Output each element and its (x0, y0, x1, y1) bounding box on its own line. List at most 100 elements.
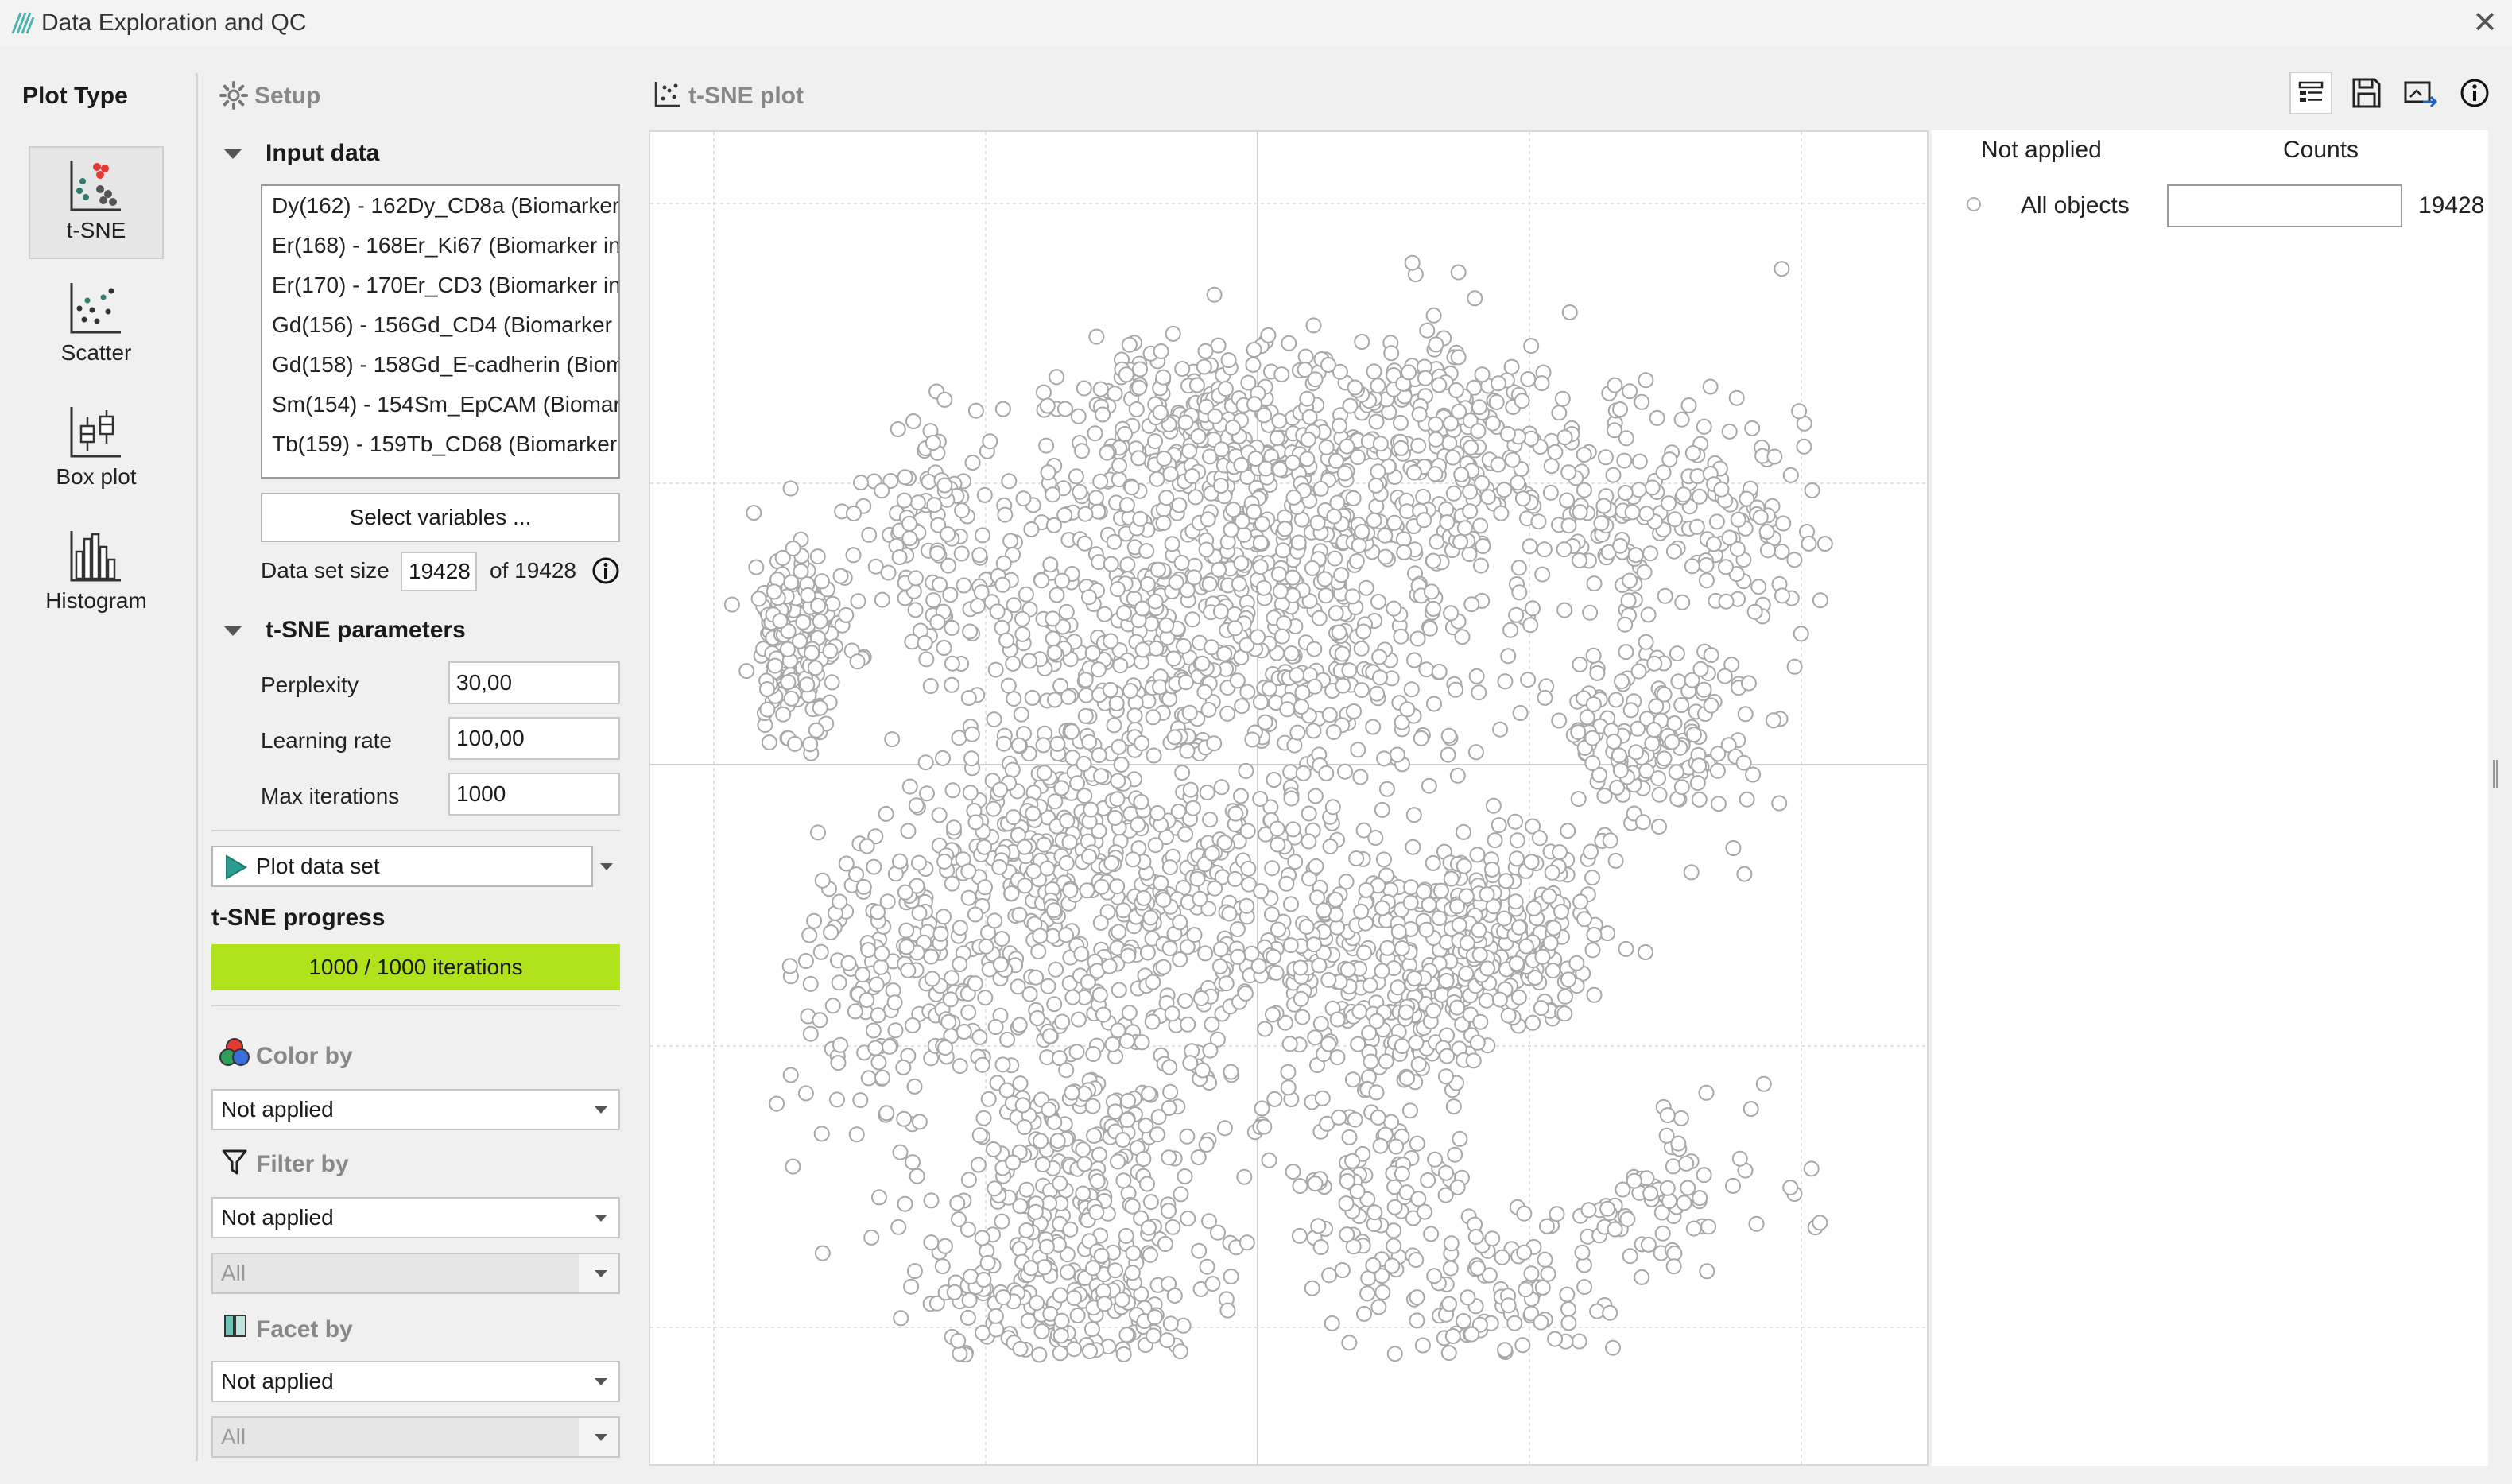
scatter-point (987, 1019, 1004, 1035)
scatter-point (1582, 604, 1599, 621)
scatter-point (1069, 775, 1086, 792)
scatter-point (1463, 1326, 1480, 1343)
scatter-point (1334, 1262, 1351, 1278)
scatter-point (1520, 371, 1537, 387)
scatter-point (1353, 640, 1370, 657)
scatter-point (1060, 1264, 1076, 1281)
scatter-point (1212, 941, 1229, 958)
help-button[interactable] (2453, 72, 2496, 114)
plot-type-scatter[interactable]: Scatter (29, 270, 164, 383)
data-set-size-field[interactable]: 19428 (401, 552, 477, 591)
scatter-point (1068, 1044, 1085, 1060)
scatter-point (1342, 397, 1359, 414)
scatter-point (1252, 534, 1269, 551)
scatter-point (1350, 742, 1366, 758)
scatter-point (1661, 495, 1677, 512)
all-objects-radio[interactable] (1967, 197, 1981, 211)
scatter-point (1016, 839, 1033, 855)
scatter-point (1782, 467, 1799, 483)
scatter-point (1038, 437, 1055, 454)
scatter-point (951, 730, 967, 746)
scatter-point (775, 706, 792, 723)
scatter-point (1320, 971, 1337, 988)
scatter-point (1370, 1109, 1386, 1126)
scatter-point (1516, 1244, 1533, 1261)
max-iterations-field[interactable]: 1000 (448, 773, 620, 816)
list-item[interactable]: Er(168) - 168Er_Ki67 (Biomarker in (262, 226, 618, 265)
scatter-point (1201, 575, 1218, 592)
save-button[interactable] (2345, 72, 2388, 114)
scatter-point (1572, 893, 1589, 910)
plot-type-histogram[interactable]: Histogram (29, 518, 164, 631)
scatter-point (1324, 1315, 1340, 1331)
tsne-plot-area[interactable] (649, 130, 1929, 1466)
facet-by-select[interactable]: Not applied (211, 1361, 620, 1402)
scatter-point (1250, 629, 1266, 645)
list-item[interactable]: Gd(156) - 156Gd_CD4 (Biomarker in (262, 305, 618, 345)
learning-rate-field[interactable]: 100,00 (448, 717, 620, 760)
list-item[interactable]: Gd(158) - 158Gd_E-cadherin (Biomar (262, 345, 618, 385)
scatter-point (1518, 938, 1534, 955)
scatter-point (1118, 1227, 1134, 1244)
list-item[interactable]: Tb(159) - 159Tb_CD68 (Biomarker in (262, 424, 618, 464)
export-button[interactable] (2399, 72, 2442, 114)
scatter-point (1271, 413, 1288, 429)
scatter-point (1280, 1064, 1297, 1080)
scatter-point (960, 1004, 977, 1021)
scatter-point (1537, 689, 1553, 706)
scatter-point (1310, 1218, 1327, 1234)
list-item[interactable]: Er(170) - 170Er_CD3 (Biomarker in (262, 265, 618, 305)
scatter-point (810, 824, 826, 841)
scatter-point (1611, 747, 1627, 764)
scatter-point (855, 878, 872, 895)
scatter-point (1599, 1200, 1616, 1217)
scatter-point (1305, 723, 1322, 739)
scatter-point (1327, 550, 1343, 567)
select-variables-button[interactable]: Select variables ... (261, 493, 620, 542)
scatter-point (1469, 1034, 1486, 1051)
scatter-point (1344, 588, 1361, 605)
filter-by-select[interactable]: Not applied (211, 1197, 620, 1238)
scatter-point (1750, 579, 1767, 595)
info-icon[interactable] (591, 556, 620, 585)
scatter-point (995, 735, 1012, 752)
scatter-point (1076, 755, 1092, 772)
scatter-point (1525, 600, 1541, 617)
scatter-point (1680, 397, 1697, 413)
scatter-point (1145, 974, 1161, 990)
scatter-point (1396, 544, 1413, 560)
input-data-collapse-icon[interactable] (224, 149, 242, 159)
perplexity-field[interactable]: 30,00 (448, 661, 620, 704)
scatter-point (1378, 1053, 1394, 1070)
scatter-point (1318, 765, 1335, 781)
filter-value-select[interactable]: All (211, 1253, 620, 1294)
scatter-point (1560, 517, 1577, 534)
scatter-point (1576, 1279, 1593, 1296)
scatter-point (970, 1157, 987, 1173)
tsne-params-collapse-icon[interactable] (224, 626, 242, 636)
scatter-point (884, 731, 901, 748)
plot-data-set-button[interactable]: Plot data set (211, 846, 593, 887)
plot-type-boxplot[interactable]: Box plot (29, 394, 164, 507)
close-icon[interactable]: ✕ (2472, 5, 2498, 41)
color-by-select[interactable]: Not applied (211, 1089, 620, 1130)
scatter-point (1307, 1176, 1324, 1192)
list-item[interactable]: Sm(154) - 154Sm_EpCAM (Biomarker (262, 385, 618, 424)
splitter-handle[interactable] (2491, 760, 2499, 788)
input-variables-list[interactable]: Dy(162) - 162Dy_CD8a (Biomarker in Er(16… (261, 184, 620, 479)
scatter-point (942, 991, 959, 1008)
scatter-point (1109, 791, 1126, 808)
scatter-point (900, 823, 917, 839)
scatter-point (992, 781, 1009, 798)
scatter-point (1449, 1179, 1466, 1195)
scatter-point (1579, 709, 1595, 726)
legend-toggle-button[interactable] (2289, 72, 2332, 114)
plot-type-tsne[interactable]: t-SNE (29, 146, 164, 259)
plot-options-dropdown[interactable] (593, 846, 620, 887)
scatter-point (986, 711, 1002, 728)
scatter-point (860, 942, 877, 959)
facet-value-select[interactable]: All (211, 1416, 620, 1458)
scatter-point (1107, 1262, 1123, 1279)
scatter-point (901, 778, 918, 795)
list-item[interactable]: Dy(162) - 162Dy_CD8a (Biomarker in (262, 186, 618, 226)
